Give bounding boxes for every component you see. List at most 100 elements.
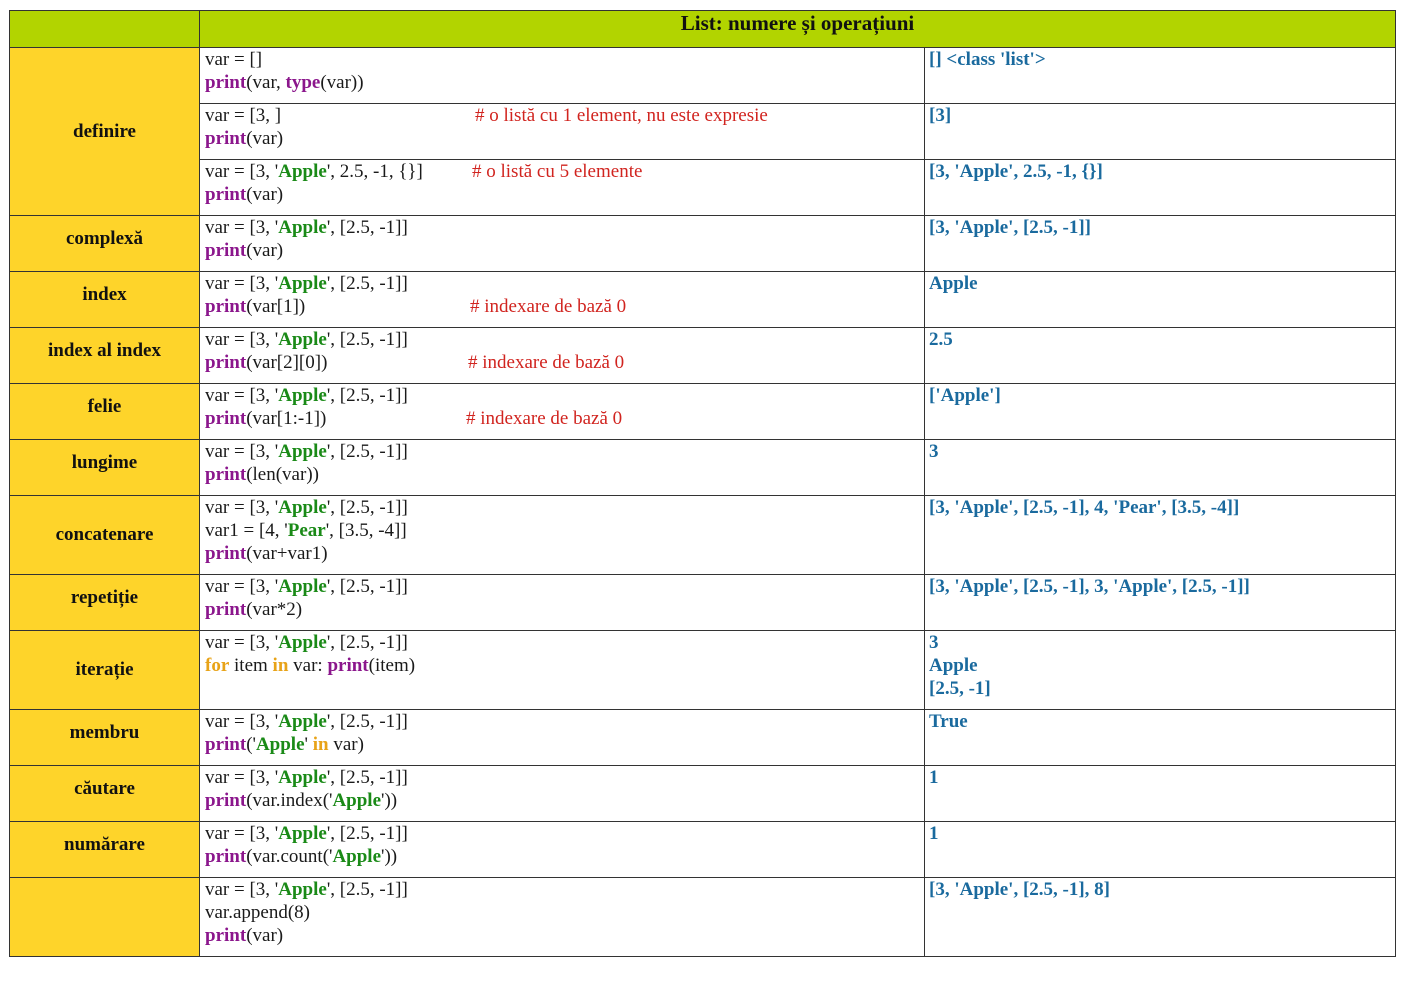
code-keyword: print	[205, 128, 247, 149]
code-cell: var = [3, 'Apple', [2.5, -1]] print('Appl…	[199, 709, 925, 766]
output-line: 3	[929, 441, 939, 462]
row-label: iterație	[75, 659, 134, 680]
code-text: item	[229, 655, 273, 676]
output-line: [3, 'Apple', [2.5, -1], 3, 'Apple', [2.5…	[929, 576, 1250, 597]
output-line: ['Apple']	[929, 385, 1001, 406]
code-line: var1 = [4, 'Pear', [3.5, -4]]	[200, 519, 924, 542]
code-text: (var[2][0])	[246, 352, 328, 373]
code-string: Apple	[278, 161, 327, 182]
output-cell: [3, 'Apple', [2.5, -1], 8]	[923, 877, 1397, 957]
header-blank-cell	[9, 10, 200, 48]
code-text: (var[1:-1])	[246, 408, 327, 429]
output-line: True	[929, 711, 968, 732]
row-label: numărare	[64, 834, 145, 855]
code-text: ', [2.5, -1]]	[326, 767, 408, 788]
code-keyword: print	[205, 543, 247, 564]
code-text: (var,	[246, 72, 286, 93]
code-line: print(var*2)	[200, 598, 924, 621]
code-cell: var = [3, 'Apple', [2.5, -1]] print(var)	[199, 215, 925, 272]
code-text: ', [2.5, -1]]	[326, 385, 408, 406]
output-cell: [3, 'Apple', [2.5, -1]]	[923, 215, 1397, 272]
code-line: print(var+var1)	[200, 542, 924, 565]
operations-table: List: numere și operațiuni definire var =…	[9, 10, 1397, 957]
row-label	[10, 878, 199, 890]
code-text: (var.count('	[246, 846, 333, 867]
code-line: var.append(8)	[200, 901, 924, 924]
table-row: var = [3, ] # o listă cu 1 element, nu es…	[10, 103, 1397, 160]
output-line: Apple	[929, 655, 978, 676]
code-text: (var*2)	[246, 599, 303, 620]
code-cell: var = [3, 'Apple', [2.5, -1]] print(var*2…	[199, 574, 925, 631]
code-text: var = [3, '	[205, 385, 279, 406]
output-cell: [3]	[923, 103, 1397, 160]
code-line: var = [3, 'Apple', [2.5, -1]]	[200, 272, 924, 295]
output-line: [3, 'Apple', [2.5, -1], 4, 'Pear', [3.5,…	[929, 497, 1240, 518]
output-line: 3	[929, 632, 939, 653]
code-text: ('	[246, 734, 256, 755]
code-cell: var = [3, 'Apple', [2.5, -1]] print(var[2…	[199, 327, 925, 384]
code-line: print(var)	[200, 127, 924, 150]
row-label-cell: lungime	[9, 439, 200, 496]
output-line: 1	[929, 767, 939, 788]
header-row: List: numere și operațiuni	[9, 10, 1397, 48]
table-row: membru var = [3, 'Apple', [2.5, -1]] print…	[9, 709, 1397, 766]
row-label-cell: felie	[9, 383, 200, 440]
output-cell: [3, 'Apple', 2.5, -1, {}]	[923, 159, 1397, 216]
code-text: ', [2.5, -1]]	[326, 823, 408, 844]
output-cell: 3 Apple [2.5, -1]	[923, 630, 1397, 710]
row-label-cell: index al index	[9, 327, 200, 384]
code-text: ', [2.5, -1]]	[326, 441, 408, 462]
table-title: List: numere și operațiuni	[198, 10, 1397, 48]
code-line: var = []	[200, 48, 924, 71]
output-line: [3, 'Apple', 2.5, -1, {}]	[929, 161, 1103, 182]
output-cell: [3, 'Apple', [2.5, -1], 3, 'Apple', [2.5…	[923, 574, 1397, 631]
code-cell: var = [3, 'Apple', [2.5, -1]] var1 = [4, …	[199, 495, 925, 575]
code-text: (var[1])	[246, 296, 306, 317]
code-text: '))	[381, 846, 398, 867]
table-row: index var = [3, 'Apple', [2.5, -1]] print(…	[9, 271, 1397, 328]
code-text: var = [3, ]	[205, 105, 282, 126]
code-string: Apple	[255, 734, 305, 755]
code-text: (len(var))	[246, 464, 319, 485]
code-cell: var = [3, 'Apple', [2.5, -1]] print(var.i…	[199, 765, 925, 822]
row-label: membru	[69, 722, 140, 743]
row-label: index	[82, 284, 127, 305]
code-line: var = [3, 'Apple', [2.5, -1]]	[200, 878, 924, 901]
code-text: var = [3, '	[205, 497, 279, 518]
code-text: ', [2.5, -1]]	[326, 576, 408, 597]
code-comment: # indexare de bază 0	[466, 408, 623, 429]
code-cell: var = [3, 'Apple', [2.5, -1]] print(var.c…	[199, 821, 925, 878]
code-line: var = [3, 'Apple', [2.5, -1]]	[200, 710, 924, 733]
row-label-cell	[9, 877, 200, 957]
code-text: (item)	[368, 655, 416, 676]
code-string: Apple	[278, 273, 327, 294]
output-line: [] <class 'list'>	[929, 49, 1046, 70]
code-line: print(var[1]) # indexare de bază 0	[200, 295, 924, 318]
row-label: definire	[73, 120, 136, 142]
code-text: ', [2.5, -1]]	[326, 497, 408, 518]
output-line: 1	[929, 823, 939, 844]
code-text: (var)	[246, 184, 284, 205]
code-keyword: print	[205, 790, 247, 811]
code-cell: var = [3, ] # o listă cu 1 element, nu es…	[199, 103, 925, 160]
code-cell: var = [3, 'Apple', [2.5, -1]] print(var[1…	[199, 271, 925, 328]
code-keyword: print	[205, 72, 247, 93]
code-text: ', [3.5, -4]]	[325, 520, 407, 541]
code-cell: var = [3, 'Apple', [2.5, -1]] var.append(…	[199, 877, 925, 957]
code-text: var = [3, '	[205, 823, 279, 844]
output-line: Apple	[929, 273, 978, 294]
output-line: [3]	[929, 105, 952, 126]
code-text: ', [2.5, -1]]	[326, 273, 408, 294]
code-comment: # indexare de bază 0	[470, 296, 627, 317]
row-label: complexă	[65, 228, 144, 249]
code-cell: var = [] print(var, type(var))	[199, 47, 925, 104]
code-cell: var = [3, 'Apple', 2.5, -1, {}] # o listă…	[199, 159, 925, 216]
row-label-cell: index	[9, 271, 200, 328]
code-control: in	[312, 734, 329, 755]
code-text: (var.index('	[246, 790, 333, 811]
output-cell: 1	[923, 821, 1397, 878]
table-row: complexă var = [3, 'Apple', [2.5, -1]] pri…	[9, 215, 1397, 272]
table-row: repetiție var = [3, 'Apple', [2.5, -1]] pr…	[9, 574, 1397, 631]
row-label-cell: membru	[9, 709, 200, 766]
code-string: Pear	[287, 520, 326, 541]
